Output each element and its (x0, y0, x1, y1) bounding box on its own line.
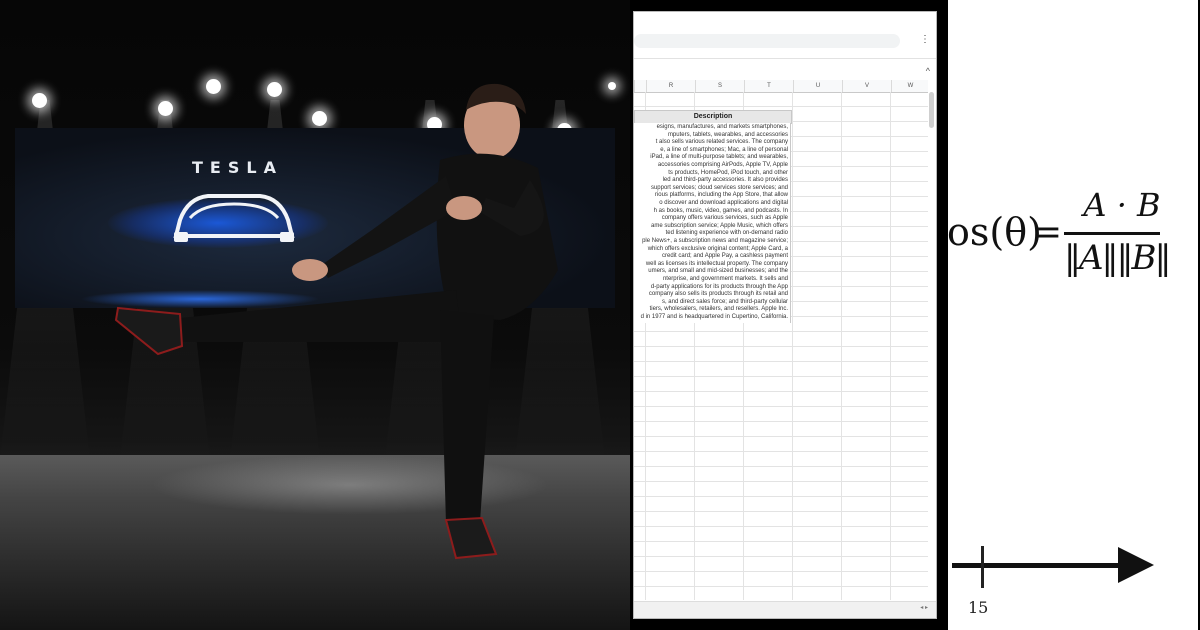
description-line: accessories comprising AirPods, Apple TV… (657, 162, 788, 168)
axis-tick (981, 546, 984, 588)
description-header-cell[interactable]: Description (634, 110, 792, 124)
fraction-bar (1064, 232, 1160, 235)
description-line: tiers, wholesalers, retailers, and resel… (649, 306, 788, 313)
stage-photo: TESLA (0, 0, 630, 630)
column-header[interactable]: S (695, 80, 744, 92)
spotlight (608, 82, 616, 90)
spreadsheet-panel: ⋮ ^ R S T U V W Description esigns, manu… (634, 12, 936, 618)
horizontal-scrollbar[interactable]: ◂ ▸ (634, 601, 936, 618)
description-line: nterprise, and government markets. It se… (662, 276, 788, 282)
description-line: rious platforms, including the App Store… (654, 192, 788, 199)
column-header[interactable]: W (891, 80, 929, 92)
number-line (952, 563, 1132, 568)
description-line: mputers, tablets, wearables, and accesso… (667, 131, 788, 138)
description-line: ted listening experience with on-demand … (665, 230, 788, 237)
description-line: ple News+, a subscription news and magaz… (642, 238, 788, 244)
column-header[interactable]: R (646, 80, 695, 92)
spotlight (32, 93, 47, 108)
description-line: company offers various services, such as… (661, 215, 788, 222)
address-bar[interactable] (634, 34, 900, 48)
vertical-scrollbar[interactable] (929, 92, 934, 128)
description-line: iPad, a line of multi-purpose tablets; a… (650, 154, 788, 161)
column-header[interactable]: U (793, 80, 842, 92)
arrow-head-icon (1118, 547, 1154, 583)
description-line: umers, and small and mid-sized businesse… (648, 268, 788, 275)
description-line: well as licenses its intellectual proper… (645, 260, 788, 267)
scroll-arrows-icon[interactable]: ◂ ▸ (920, 604, 928, 611)
formula-denominator: ‖A‖‖B‖ (1064, 238, 1172, 278)
browser-toolbar: ⋮ (634, 12, 936, 59)
description-line: t also sells various related services. T… (655, 139, 788, 146)
formula-panel: os(θ) = A · B ‖A‖‖B‖ 15 (948, 0, 1198, 630)
presenter-figure (114, 83, 558, 560)
axis-tick-label: 15 (968, 598, 989, 617)
column-header[interactable]: T (744, 80, 793, 92)
description-line: ame subscription service; Apple Music, w… (651, 222, 788, 229)
description-cell[interactable]: esigns, manufactures, and markets smartp… (634, 123, 791, 323)
description-line: support services; cloud services store s… (650, 184, 788, 191)
description-line: led and third-party accessories. It also… (662, 177, 788, 184)
formula-numerator: A · B (1083, 186, 1161, 224)
description-line: ts products, HomePod, iPod touch, and ot… (668, 169, 788, 176)
cosine-expression: os(θ) (948, 210, 1042, 254)
description-line: e, a line of smartphones; Mac, a line of… (660, 146, 788, 153)
description-line: o discover and download applications and… (659, 200, 788, 206)
collapse-toolbar-icon[interactable]: ^ (926, 66, 930, 76)
column-header[interactable]: V (842, 80, 891, 92)
more-menu-icon[interactable]: ⋮ (920, 34, 930, 45)
description-line: which offers exclusive original content;… (647, 245, 788, 252)
description-line: esigns, manufactures, and markets smartp… (656, 124, 788, 130)
equals-sign: = (1032, 212, 1063, 253)
description-line: credit card; and Apple Pay, a cashless p… (662, 253, 788, 260)
description-line: d-party applications for its products th… (650, 283, 788, 290)
description-line: s, and direct sales force; and third-par… (661, 298, 788, 305)
description-line: d in 1977 and is headquartered in Cupert… (640, 314, 788, 320)
description-line: h as books, music, video, games, and pod… (653, 207, 788, 214)
description-line: company also sells its products through … (648, 291, 788, 298)
